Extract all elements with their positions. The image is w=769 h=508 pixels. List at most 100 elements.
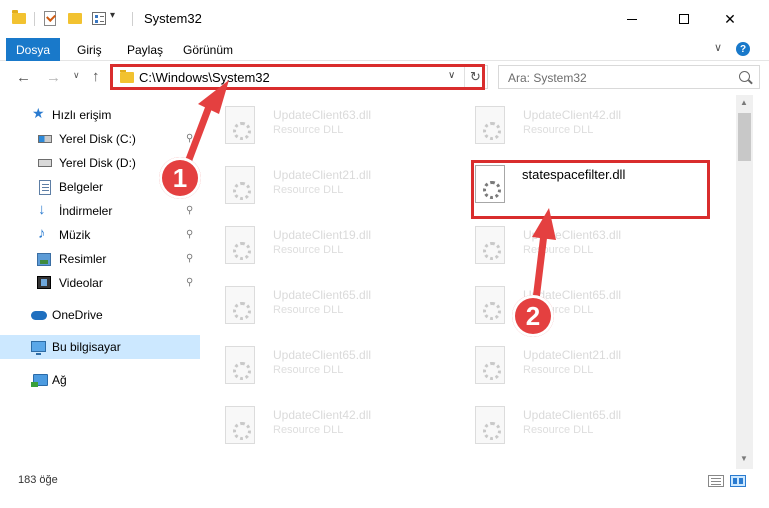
pin-icon[interactable]: ⚲ xyxy=(186,253,193,264)
details-view-icon[interactable] xyxy=(708,475,724,487)
scroll-up-icon[interactable]: ▲ xyxy=(740,98,748,107)
recent-locations-button[interactable]: ∨ xyxy=(73,70,80,81)
search-input[interactable]: Ara: System32 xyxy=(498,65,760,89)
file-type: Resource DLL xyxy=(523,124,594,136)
properties-check-icon[interactable] xyxy=(44,11,56,26)
file-name: UpdateClient21.dll xyxy=(523,348,622,362)
file-type: Resource DLL xyxy=(273,424,344,436)
vertical-scrollbar[interactable]: ▲ ▼ xyxy=(736,95,753,469)
file-item[interactable]: UpdateClient65.dll Resource DLL xyxy=(205,280,445,330)
close-button[interactable]: ✕ xyxy=(707,0,753,38)
item-count: 183 öğe xyxy=(18,474,58,486)
sidebar-item-label: Ağ xyxy=(52,373,67,387)
tab-home[interactable]: Giriş xyxy=(77,38,102,61)
navigation-bar: ← → ∨ ↑ C:\Windows\System32 ∨ ↻ Ara: Sys… xyxy=(0,61,769,95)
sidebar-item-local-disk-c[interactable]: Yerel Disk (C:) ⚲ xyxy=(0,127,200,151)
file-item[interactable]: UpdateClient63.dll Resource DLL xyxy=(205,100,445,150)
refresh-button[interactable]: ↻ xyxy=(464,67,486,87)
this-pc-icon xyxy=(31,341,46,355)
pin-icon[interactable]: ⚲ xyxy=(186,133,193,144)
ribbon-expand-icon[interactable]: ∨ xyxy=(714,41,722,54)
scroll-down-icon[interactable]: ▼ xyxy=(740,454,748,463)
file-item[interactable]: UpdateClient63.dll Resource DLL xyxy=(455,220,695,270)
file-name: UpdateClient63.dll xyxy=(523,228,622,242)
sidebar-item-label: Yerel Disk (D:) xyxy=(59,156,136,170)
up-button[interactable]: ↑ xyxy=(92,68,100,85)
file-type: Resource DLL xyxy=(523,244,594,256)
step-1-badge: 1 xyxy=(159,157,201,199)
sidebar-item-downloads[interactable]: ↓ İndirmeler ⚲ xyxy=(0,199,200,223)
pictures-icon xyxy=(37,253,51,266)
sidebar-item-label: Müzik xyxy=(59,228,91,242)
forward-button[interactable]: → xyxy=(46,69,61,86)
file-item[interactable]: UpdateClient19.dll Resource DLL xyxy=(205,220,445,270)
quick-access-dropdown[interactable]: ▾ xyxy=(110,10,115,21)
minimize-icon xyxy=(627,18,637,20)
pin-icon[interactable]: ⚲ xyxy=(186,277,193,288)
title-bar: ▾ System32 ✕ xyxy=(0,0,769,38)
sidebar-item-label: Belgeler xyxy=(59,180,104,194)
file-type: Resource DLL xyxy=(523,424,594,436)
file-item[interactable]: UpdateClient42.dll Resource DLL xyxy=(455,100,695,150)
dll-file-icon xyxy=(475,106,505,144)
file-item[interactable]: UpdateClient65.dll Resource DLL xyxy=(205,340,445,390)
maximize-icon xyxy=(679,14,689,24)
sidebar-item-network[interactable]: Ağ xyxy=(0,368,200,392)
sidebar-item-this-pc[interactable]: Bu bilgisayar xyxy=(0,335,200,359)
sidebar-item-label: OneDrive xyxy=(52,308,103,322)
tab-file[interactable]: Dosya xyxy=(6,38,60,61)
dll-file-icon xyxy=(475,406,505,444)
network-icon xyxy=(31,374,48,387)
videos-icon xyxy=(37,276,51,289)
onedrive-icon xyxy=(31,311,47,320)
dll-file-icon xyxy=(225,286,255,324)
status-bar: 183 öğe xyxy=(0,470,769,492)
window-title: System32 xyxy=(144,11,202,26)
file-name: UpdateClient21.dll xyxy=(273,168,372,182)
file-item[interactable]: UpdateClient21.dll Resource DLL xyxy=(205,160,445,210)
sidebar-item-music[interactable]: ♪ Müzik ⚲ xyxy=(0,223,200,247)
file-name: UpdateClient65.dll xyxy=(523,408,622,422)
file-name: UpdateClient42.dll xyxy=(273,408,372,422)
file-name: UpdateClient19.dll xyxy=(273,228,372,242)
pin-icon[interactable]: ⚲ xyxy=(186,205,193,216)
sidebar-item-pictures[interactable]: Resimler ⚲ xyxy=(0,247,200,271)
file-item[interactable]: UpdateClient21.dll Resource DLL xyxy=(455,340,695,390)
scroll-thumb[interactable] xyxy=(738,113,751,161)
sidebar-item-videos[interactable]: Videolar ⚲ xyxy=(0,271,200,295)
close-icon: ✕ xyxy=(724,10,736,27)
back-button[interactable]: ← xyxy=(16,69,31,86)
help-icon[interactable]: ? xyxy=(736,42,750,56)
sidebar-item-quick-access[interactable]: ★ Hızlı erişim xyxy=(0,103,200,127)
tab-share[interactable]: Paylaş xyxy=(127,38,163,61)
sidebar-item-label: İndirmeler xyxy=(59,204,113,218)
properties-icon[interactable] xyxy=(92,12,106,25)
address-bar[interactable]: C:\Windows\System32 ∨ ↻ xyxy=(111,65,488,89)
file-item[interactable]: UpdateClient42.dll Resource DLL xyxy=(205,400,445,450)
address-dropdown-icon[interactable]: ∨ xyxy=(448,70,455,81)
sidebar-item-label: Yerel Disk (C:) xyxy=(59,132,136,146)
file-type: Resource DLL xyxy=(273,184,344,196)
new-folder-icon[interactable] xyxy=(68,13,82,24)
tiles-view-icon[interactable] xyxy=(730,475,746,487)
ribbon: Dosya Giriş Paylaş Görünüm ∨ ? xyxy=(0,38,769,61)
dll-file-icon xyxy=(225,166,255,204)
file-item[interactable]: UpdateClient65.dll Resource DLL xyxy=(455,400,695,450)
tab-view[interactable]: Görünüm xyxy=(183,38,233,61)
search-icon[interactable] xyxy=(739,71,750,82)
pin-icon[interactable]: ⚲ xyxy=(186,229,193,240)
address-path[interactable]: C:\Windows\System32 xyxy=(139,70,270,85)
file-type: Resource DLL xyxy=(273,304,344,316)
search-placeholder: Ara: System32 xyxy=(508,71,587,85)
file-name: UpdateClient42.dll xyxy=(523,108,622,122)
folder-icon xyxy=(12,10,26,24)
dll-file-icon xyxy=(225,106,255,144)
file-item[interactable]: UpdateClient65.dll Resource DLL xyxy=(455,280,695,330)
file-item-statespacefilter[interactable]: statespacefilter.dll xyxy=(455,161,695,211)
maximize-button[interactable] xyxy=(661,0,707,38)
minimize-button[interactable] xyxy=(609,0,655,38)
dll-file-icon xyxy=(475,165,505,203)
drive-icon xyxy=(38,159,52,167)
documents-icon xyxy=(39,180,51,195)
sidebar-item-onedrive[interactable]: OneDrive xyxy=(0,303,200,327)
